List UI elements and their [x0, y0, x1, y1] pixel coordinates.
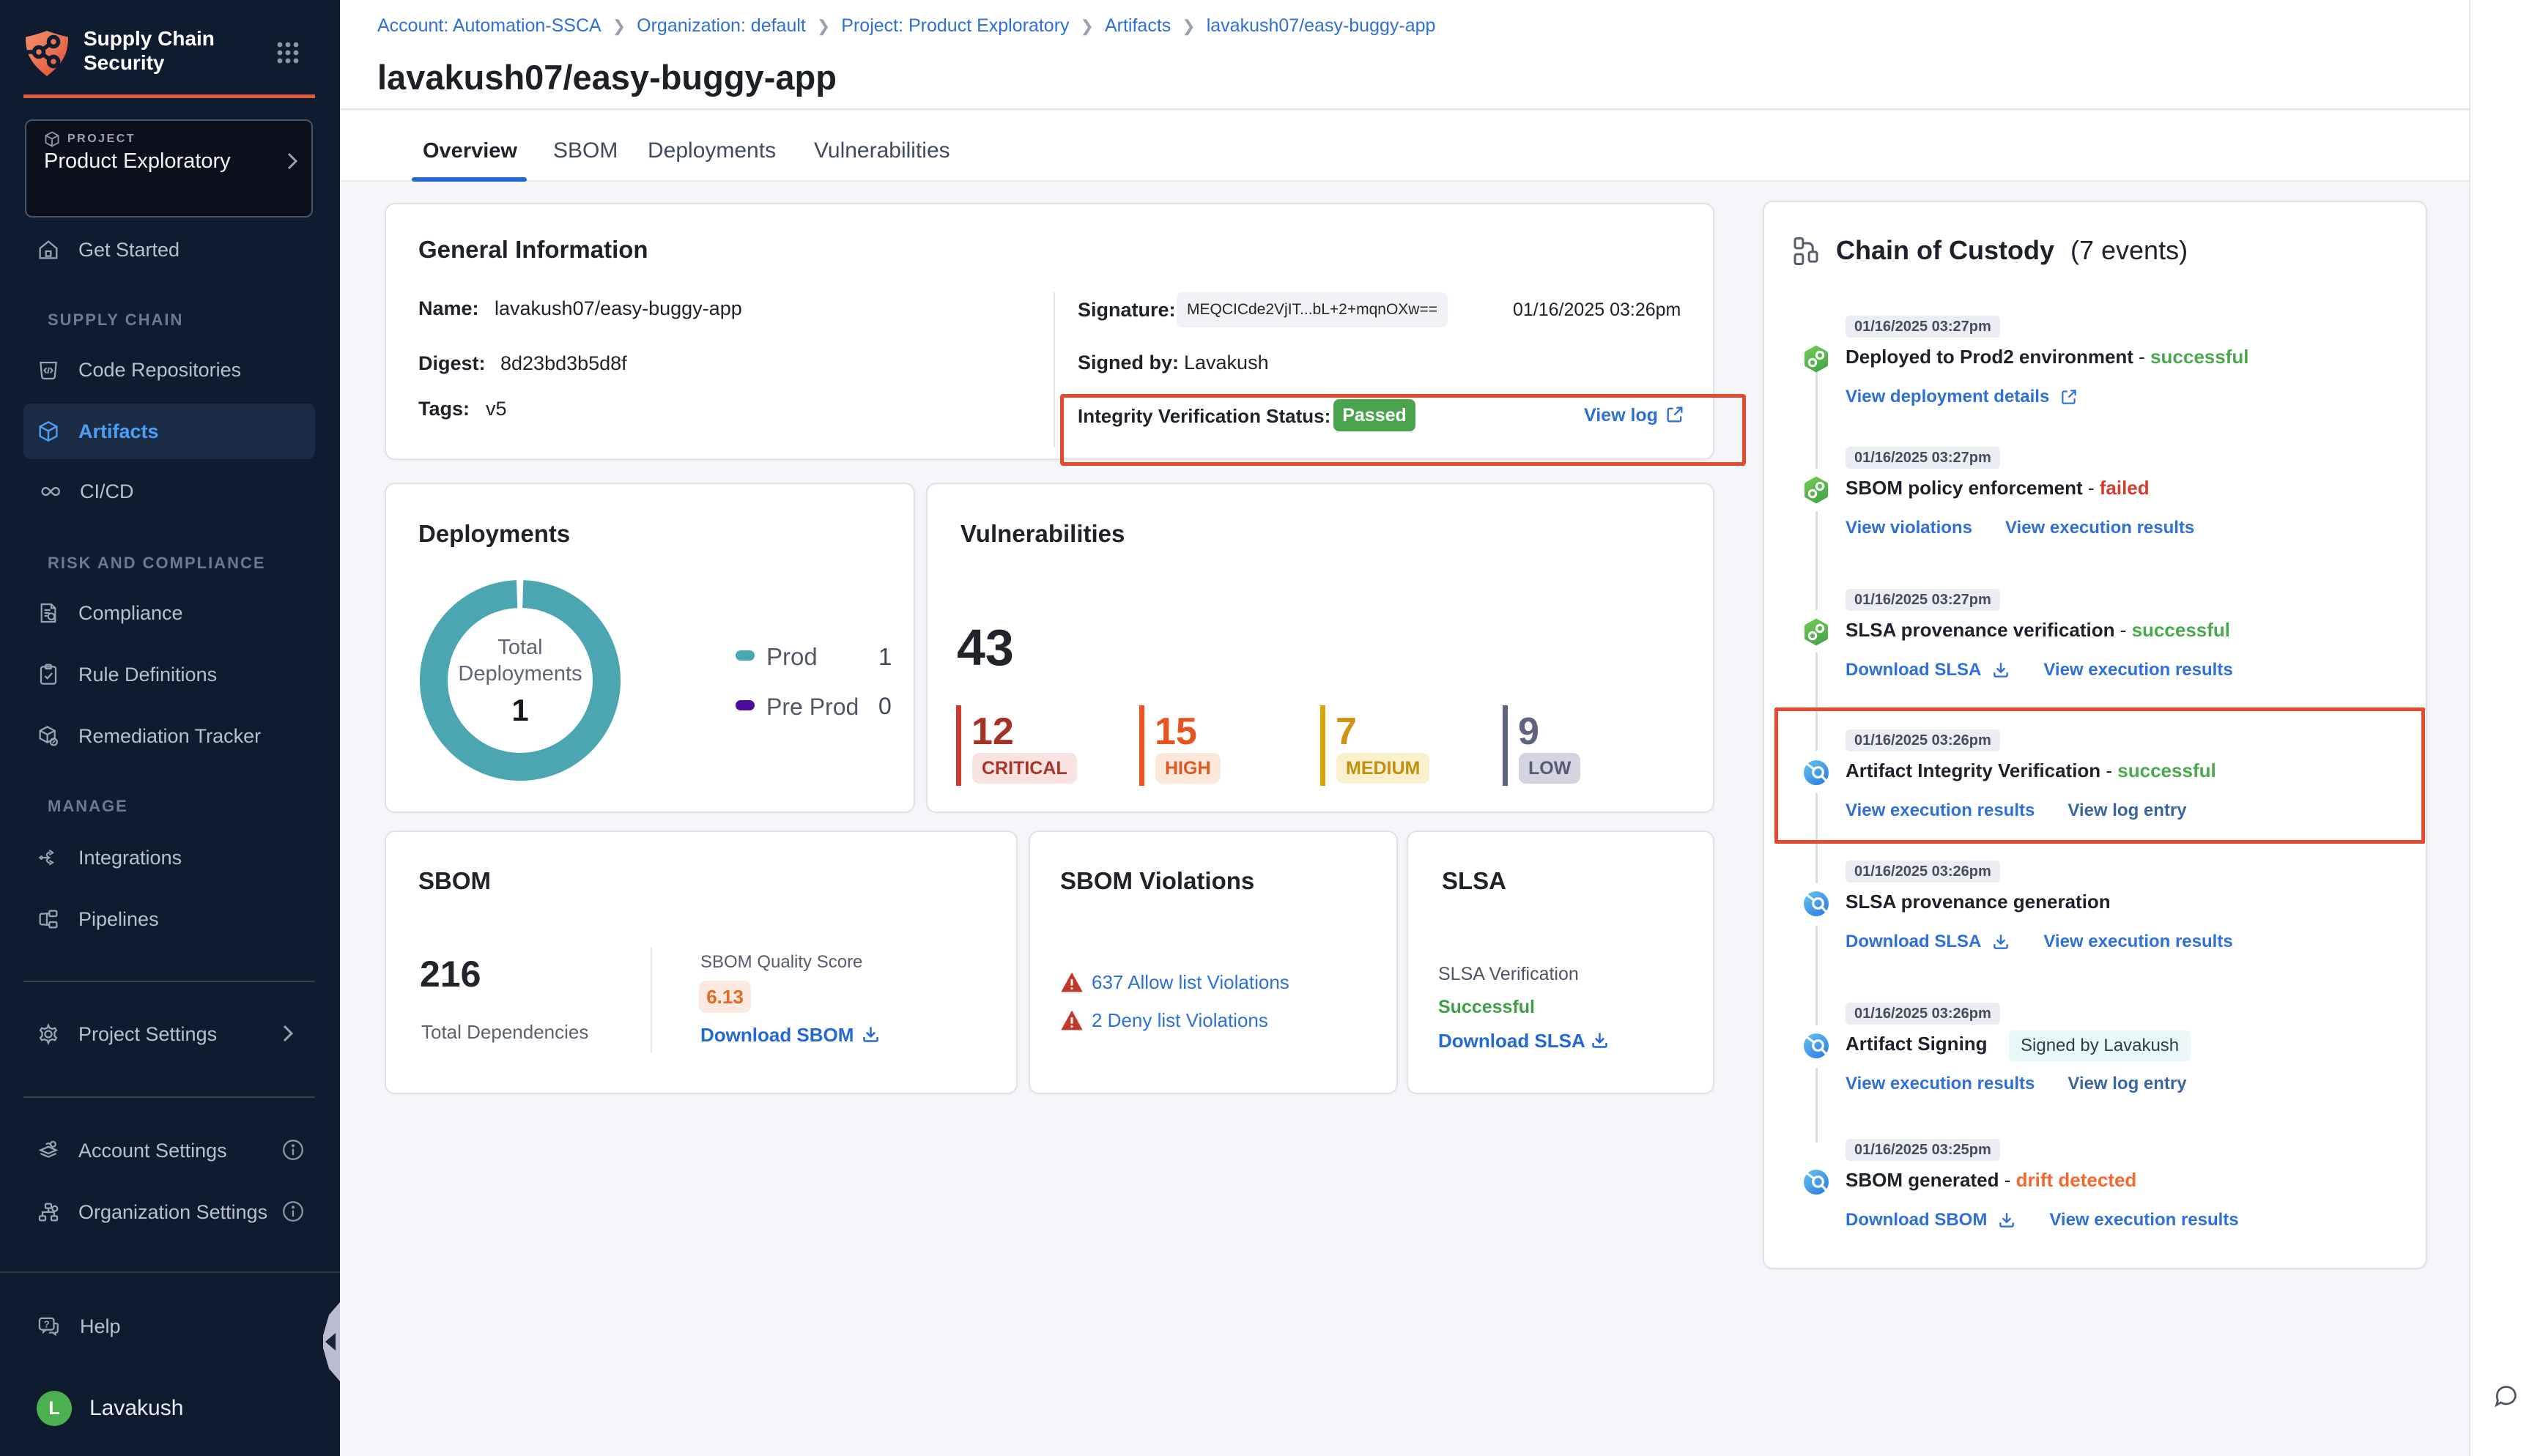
svg-text:?: ? — [44, 1318, 50, 1329]
